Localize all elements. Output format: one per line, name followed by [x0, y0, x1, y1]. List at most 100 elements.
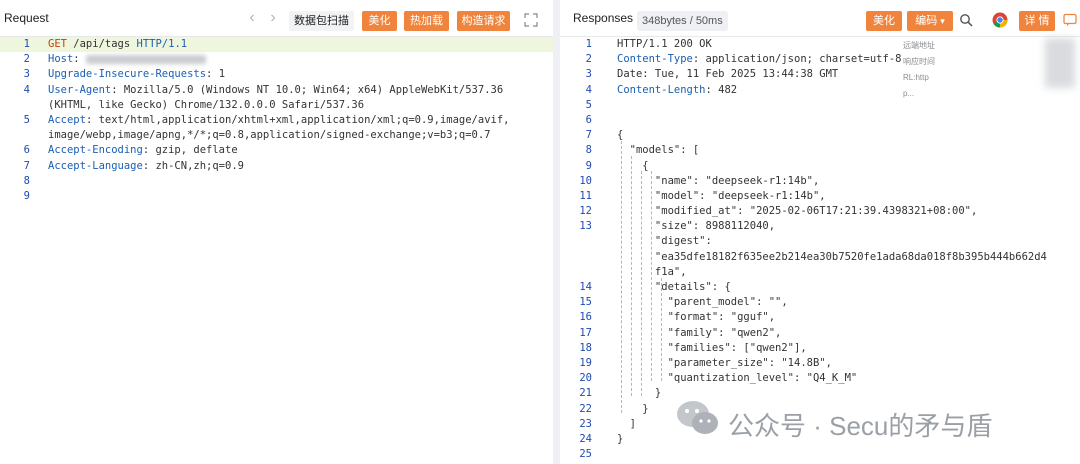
line-text: HTTP/1.1 200 OK	[617, 37, 712, 52]
code-line: 1 HTTP/1.1 200 OK	[560, 37, 1080, 52]
code-line: 25	[560, 447, 1080, 462]
line-text: "name": "deepseek-r1:14b",	[617, 174, 819, 189]
code-text: : text/html,application/xhtml+xml,applic…	[85, 113, 510, 126]
pane-divider[interactable]	[553, 0, 560, 464]
code-text: }	[617, 432, 624, 445]
code-line: f1a",	[560, 265, 1080, 280]
header-key: Accept-Language	[48, 159, 143, 172]
encoding-dropdown[interactable]: 编码 ▾	[907, 11, 953, 31]
packet-scan-button[interactable]: 数据包扫描	[289, 11, 354, 31]
code-text: "model": "deepseek-r1:14b",	[617, 189, 826, 202]
code-text: ]	[617, 417, 636, 430]
code-line: image/webp,image/apng,*/*;q=0.8,applicat…	[0, 128, 553, 143]
line-number: 11	[579, 189, 592, 202]
code-text: "modified_at": "2025-02-06T17:21:39.4398…	[617, 205, 978, 218]
back-arrow-icon[interactable]: ‹	[244, 9, 260, 27]
line-number: 21	[579, 387, 592, 400]
meta-url: RL:http	[903, 73, 929, 82]
search-icon[interactable]	[959, 13, 973, 27]
hot-load-button[interactable]: 热加载	[404, 11, 449, 31]
line-number: 9	[23, 189, 30, 202]
line-number: 10	[579, 174, 592, 187]
code-text: : application/json; charset=utf-8	[692, 53, 902, 66]
code-line: 14 "details": {	[560, 280, 1080, 295]
line-text: Content-Length: 482	[617, 83, 737, 98]
code-text: "families": ["qwen2"],	[617, 341, 807, 354]
indent-guide	[631, 156, 632, 396]
code-line: "ea35dfe18182f635ee2b214ea30b7520fe1ada6…	[560, 250, 1080, 265]
header-key: Content-Length	[617, 83, 706, 96]
code-line: 5	[560, 98, 1080, 113]
line-number: 23	[579, 417, 592, 430]
line-text: "parent_model": "",	[617, 295, 788, 310]
code-text: : 1	[206, 68, 226, 81]
encoding-label: 编码	[915, 15, 938, 27]
line-text: (KHTML, like Gecko) Chrome/132.0.0.0 Saf…	[48, 98, 364, 113]
code-line: 3 Date: Tue, 11 Feb 2025 13:44:38 GMT	[560, 67, 1080, 82]
header-key: Accept-Encoding	[48, 144, 143, 157]
line-text: Host:	[48, 52, 206, 67]
line-number: 7	[585, 129, 592, 142]
code-line: 11 "model": "deepseek-r1:14b",	[560, 189, 1080, 204]
meta-remote-address: 远端地址	[903, 41, 935, 50]
build-request-button[interactable]: 构造请求	[457, 11, 510, 31]
line-text: }	[617, 386, 661, 401]
expand-icon[interactable]	[524, 13, 538, 27]
line-text: "ea35dfe18182f635ee2b214ea30b7520fe1ada6…	[617, 250, 1047, 265]
code-text: : gzip, deflate	[142, 144, 238, 157]
indent-guide	[621, 141, 622, 413]
indent-guide	[661, 278, 662, 381]
code-line: 13 "size": 8988112040,	[560, 219, 1080, 234]
line-number: 5	[585, 98, 592, 111]
line-text: }	[617, 432, 623, 447]
code-line: 7 Accept-Language: zh-CN,zh;q=0.9	[0, 159, 553, 174]
comment-icon[interactable]	[1063, 13, 1077, 27]
redacted-host	[85, 54, 206, 64]
code-line: 6	[560, 113, 1080, 128]
code-text: : Mozilla/5.0 (Windows NT 10.0; Win64; x…	[111, 83, 504, 96]
code-line: (KHTML, like Gecko) Chrome/132.0.0.0 Saf…	[0, 98, 553, 113]
code-line: 2 Host:	[0, 52, 553, 67]
code-line: 12 "modified_at": "2025-02-06T17:21:39.4…	[560, 204, 1080, 219]
code-line: 16 "format": "gguf",	[560, 310, 1080, 325]
meta-extra: p...	[903, 89, 915, 98]
response-code-viewer[interactable]: 1 HTTP/1.1 200 OK 2 Content-Type: applicati…	[560, 37, 1080, 462]
code-text: "models": [	[617, 144, 700, 157]
meta-response-time: 响应时间	[903, 57, 935, 66]
line-text: Accept: text/html,application/xhtml+xml,…	[48, 113, 509, 128]
line-number: 3	[585, 68, 592, 81]
request-beautify-button[interactable]: 美化	[362, 11, 397, 31]
line-text: "parameter_size": "14.8B",	[617, 356, 832, 371]
header-key: Host	[48, 53, 74, 66]
request-title: Request	[4, 11, 49, 25]
details-button[interactable]: 详 情	[1019, 11, 1055, 31]
code-line: 8	[0, 174, 553, 189]
request-code-editor[interactable]: 1 GET /api/tags HTTP/1.1 2 Host: 3 Upgrade-I…	[0, 37, 553, 204]
line-number: 12	[579, 205, 592, 218]
code-line: 1 GET /api/tags HTTP/1.1	[0, 37, 553, 53]
forward-arrow-icon[interactable]: ›	[265, 9, 281, 27]
code-text: /api/tags	[66, 38, 137, 50]
code-text: : 482	[705, 83, 738, 96]
response-pane: Responses 348bytes / 50ms 美化 编码 ▾ 详 情 1 H…	[560, 0, 1080, 464]
code-line: 18 "families": ["qwen2"],	[560, 341, 1080, 356]
code-line: "digest":	[560, 234, 1080, 249]
chrome-icon[interactable]	[992, 12, 1008, 28]
code-line: 7{	[560, 128, 1080, 143]
header-key: Accept	[48, 113, 86, 126]
line-number: 15	[579, 296, 592, 309]
line-number: 3	[23, 68, 30, 81]
code-line: 19 "parameter_size": "14.8B",	[560, 356, 1080, 371]
line-text: Content-Type: application/json; charset=…	[617, 52, 901, 67]
line-number: 13	[579, 220, 592, 233]
code-line: 5 Accept: text/html,application/xhtml+xml…	[0, 113, 553, 128]
indent-guide	[641, 171, 642, 396]
line-text: "model": "deepseek-r1:14b",	[617, 189, 826, 204]
line-number: 24	[579, 432, 592, 445]
response-beautify-button[interactable]: 美化	[866, 11, 902, 31]
code-line: 10 "name": "deepseek-r1:14b",	[560, 174, 1080, 189]
line-number: 1	[23, 38, 30, 50]
redacted-area	[1045, 38, 1075, 88]
line-text: Date: Tue, 11 Feb 2025 13:44:38 GMT	[617, 67, 838, 82]
line-number: 2	[585, 53, 592, 66]
